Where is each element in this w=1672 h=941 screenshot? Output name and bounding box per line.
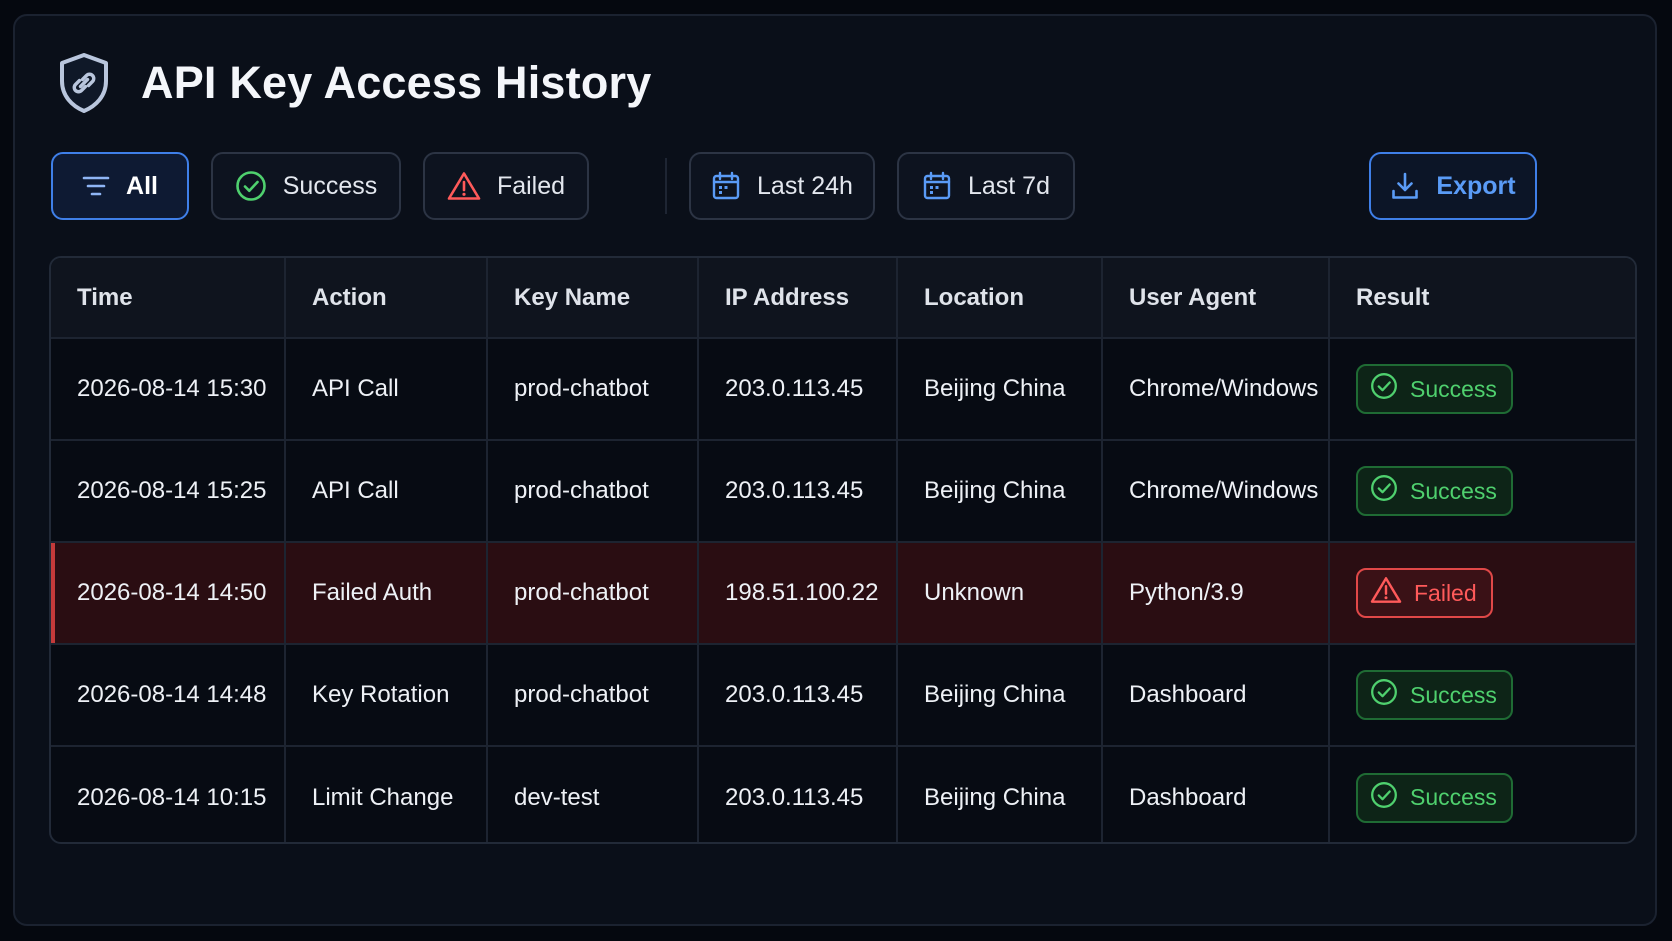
download-icon — [1390, 171, 1420, 201]
calendar-icon — [922, 171, 952, 201]
status-badge-label: Failed — [1414, 579, 1477, 606]
table-row[interactable]: 2026-08-14 10:15 Limit Change dev-test 2… — [51, 746, 1635, 842]
cell-result: Success — [1329, 644, 1635, 747]
cell-location: Beijing China — [897, 746, 1103, 842]
status-badge-label: Success — [1410, 375, 1497, 402]
table-header-row: Time Action Key Name IP Address Location… — [51, 258, 1635, 339]
check-circle-icon — [1370, 372, 1398, 406]
filter-success-label: Success — [282, 171, 378, 200]
access-history-panel: API Key Access History All Success Faile… — [13, 14, 1657, 926]
cell-result: Success — [1329, 440, 1635, 543]
status-badge-success: Success — [1356, 364, 1513, 414]
column-header-location[interactable]: Location — [897, 258, 1103, 339]
export-label: Export — [1436, 171, 1516, 200]
cell-location: Beijing China — [897, 440, 1103, 543]
page-header: API Key Access History — [55, 50, 651, 116]
check-circle-icon — [1370, 474, 1398, 508]
cell-action: API Call — [285, 440, 488, 543]
check-circle-icon — [1370, 781, 1398, 815]
column-header-result[interactable]: Result — [1329, 258, 1635, 339]
cell-result: Failed — [1329, 542, 1635, 645]
cell-location: Beijing China — [897, 338, 1103, 441]
filter-all-label: All — [126, 171, 158, 200]
cell-time: 2026-08-14 15:30 — [51, 338, 286, 441]
cell-user-agent: Chrome/Windows — [1102, 440, 1330, 543]
cell-user-agent: Dashboard — [1102, 746, 1330, 842]
cell-action: Key Rotation — [285, 644, 488, 747]
cell-key-name: prod-chatbot — [487, 644, 699, 747]
access-history-table: Time Action Key Name IP Address Location… — [49, 256, 1637, 844]
filter-lines-icon — [82, 174, 110, 198]
table-row[interactable]: 2026-08-14 14:48 Key Rotation prod-chatb… — [51, 644, 1635, 747]
range-last-7d-label: Last 7d — [967, 171, 1050, 200]
filter-success-button[interactable]: Success — [211, 152, 401, 220]
status-badge-label: Success — [1410, 784, 1497, 810]
cell-location: Beijing China — [897, 644, 1103, 747]
shield-key-icon — [55, 50, 113, 116]
cell-action: API Call — [285, 338, 488, 441]
column-header-time[interactable]: Time — [51, 258, 286, 339]
export-button[interactable]: Export — [1369, 152, 1537, 220]
calendar-icon — [711, 171, 741, 201]
cell-ip-address: 203.0.113.45 — [698, 338, 898, 441]
table-row-failed[interactable]: 2026-08-14 14:50 Failed Auth prod-chatbo… — [51, 542, 1635, 645]
cell-action: Failed Auth — [285, 542, 488, 645]
cell-time: 2026-08-14 14:48 — [51, 644, 286, 747]
cell-location: Unknown — [897, 542, 1103, 645]
filter-toolbar: All Success Failed Last 24h Last 7d Expo… — [51, 152, 1637, 222]
table-row[interactable]: 2026-08-14 15:25 API Call prod-chatbot 2… — [51, 440, 1635, 543]
warning-triangle-icon — [1370, 576, 1402, 610]
check-circle-icon — [1370, 678, 1398, 712]
column-header-action[interactable]: Action — [285, 258, 488, 339]
cell-user-agent: Dashboard — [1102, 644, 1330, 747]
table-row[interactable]: 2026-08-14 15:30 API Call prod-chatbot 2… — [51, 338, 1635, 441]
status-badge-success: Success — [1356, 466, 1513, 516]
cell-time: 2026-08-14 10:15 — [51, 746, 286, 842]
cell-time: 2026-08-14 14:50 — [51, 542, 286, 645]
cell-ip-address: 203.0.113.45 — [698, 644, 898, 747]
cell-key-name: prod-chatbot — [487, 338, 699, 441]
filter-failed-label: Failed — [496, 171, 566, 200]
cell-user-agent: Chrome/Windows — [1102, 338, 1330, 441]
cell-ip-address: 203.0.113.45 — [698, 746, 898, 842]
range-last-7d-button[interactable]: Last 7d — [897, 152, 1075, 220]
filter-all-button[interactable]: All — [51, 152, 189, 220]
cell-result: Success — [1329, 746, 1635, 842]
cell-key-name: prod-chatbot — [487, 440, 699, 543]
column-header-key-name[interactable]: Key Name — [487, 258, 699, 339]
check-circle-icon — [235, 170, 267, 202]
range-last-24h-label: Last 24h — [757, 171, 853, 200]
filter-failed-button[interactable]: Failed — [423, 152, 589, 220]
page-title: API Key Access History — [141, 57, 652, 108]
cell-action: Limit Change — [285, 746, 488, 842]
status-badge-label: Success — [1410, 681, 1497, 708]
status-badge-success: Success — [1356, 772, 1513, 823]
cell-result: Success — [1329, 338, 1635, 441]
column-header-user-agent[interactable]: User Agent — [1102, 258, 1330, 339]
cell-ip-address: 203.0.113.45 — [698, 440, 898, 543]
cell-user-agent: Python/3.9 — [1102, 542, 1330, 645]
status-badge-label: Success — [1410, 477, 1497, 504]
range-last-24h-button[interactable]: Last 24h — [689, 152, 875, 220]
cell-key-name: dev-test — [487, 746, 699, 842]
status-badge-failed: Failed — [1356, 568, 1493, 618]
toolbar-divider — [665, 158, 667, 214]
status-badge-success: Success — [1356, 670, 1513, 720]
column-header-ip-address[interactable]: IP Address — [698, 258, 898, 339]
cell-key-name: prod-chatbot — [487, 542, 699, 645]
cell-time: 2026-08-14 15:25 — [51, 440, 286, 543]
warning-triangle-icon — [447, 171, 481, 201]
cell-ip-address: 198.51.100.22 — [698, 542, 898, 645]
